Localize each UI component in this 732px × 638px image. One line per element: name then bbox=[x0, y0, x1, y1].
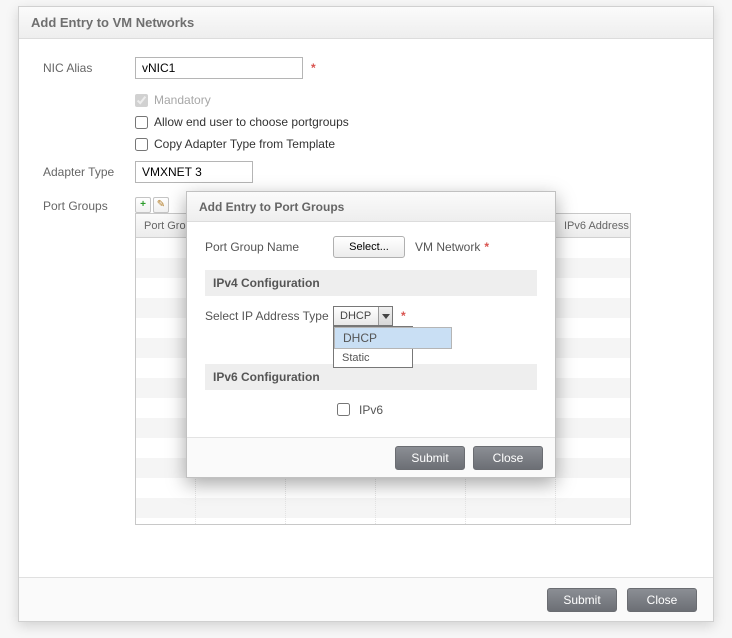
add-row-button[interactable]: + bbox=[135, 197, 151, 213]
allow-end-user-checkbox[interactable] bbox=[135, 116, 148, 129]
nic-alias-label: NIC Alias bbox=[43, 61, 135, 75]
required-asterisk: * bbox=[401, 309, 406, 323]
allow-end-user-label: Allow end user to choose portgroups bbox=[154, 115, 349, 129]
selected-port-group: VM Network bbox=[415, 240, 480, 254]
mandatory-checkbox bbox=[135, 94, 148, 107]
ip-type-value: DHCP bbox=[334, 310, 378, 322]
ipv6-checkbox[interactable] bbox=[337, 403, 350, 416]
ip-type-label: Select IP Address Type bbox=[205, 309, 333, 323]
ip-type-dropdown: DHCP Static bbox=[333, 326, 413, 368]
select-port-group-button[interactable]: Select... bbox=[333, 236, 405, 258]
required-asterisk: * bbox=[311, 61, 316, 75]
mandatory-label: Mandatory bbox=[154, 93, 211, 107]
pencil-icon: ✎ bbox=[157, 200, 165, 210]
ipv6-check-label: IPv6 bbox=[359, 403, 383, 417]
ip-type-option-static[interactable]: Static bbox=[334, 349, 412, 367]
close-button[interactable]: Close bbox=[627, 588, 697, 612]
modal-close-button[interactable]: Close bbox=[473, 446, 543, 470]
ip-type-combobox[interactable]: DHCP bbox=[333, 306, 393, 326]
modal-submit-button[interactable]: Submit bbox=[395, 446, 465, 470]
adapter-type-select[interactable] bbox=[135, 161, 253, 183]
ip-type-option-dhcp[interactable]: DHCP bbox=[334, 327, 452, 349]
dialog-title: Add Entry to VM Networks bbox=[19, 7, 713, 39]
chevron-down-icon bbox=[378, 307, 392, 325]
port-groups-label: Port Groups bbox=[43, 197, 135, 213]
plus-icon: + bbox=[140, 200, 146, 210]
edit-row-button[interactable]: ✎ bbox=[153, 197, 169, 213]
port-groups-modal: Add Entry to Port Groups Port Group Name… bbox=[186, 191, 556, 478]
ipv4-section-header: IPv4 Configuration bbox=[205, 270, 537, 296]
adapter-type-label: Adapter Type bbox=[43, 165, 135, 179]
grid-header-ipv6[interactable]: IPv6 Address bbox=[556, 214, 630, 237]
required-asterisk: * bbox=[484, 240, 489, 254]
copy-adapter-checkbox[interactable] bbox=[135, 138, 148, 151]
modal-title: Add Entry to Port Groups bbox=[187, 192, 555, 222]
port-group-name-label: Port Group Name bbox=[205, 240, 333, 254]
submit-button[interactable]: Submit bbox=[547, 588, 617, 612]
copy-adapter-label: Copy Adapter Type from Template bbox=[154, 137, 335, 151]
nic-alias-input[interactable] bbox=[135, 57, 303, 79]
